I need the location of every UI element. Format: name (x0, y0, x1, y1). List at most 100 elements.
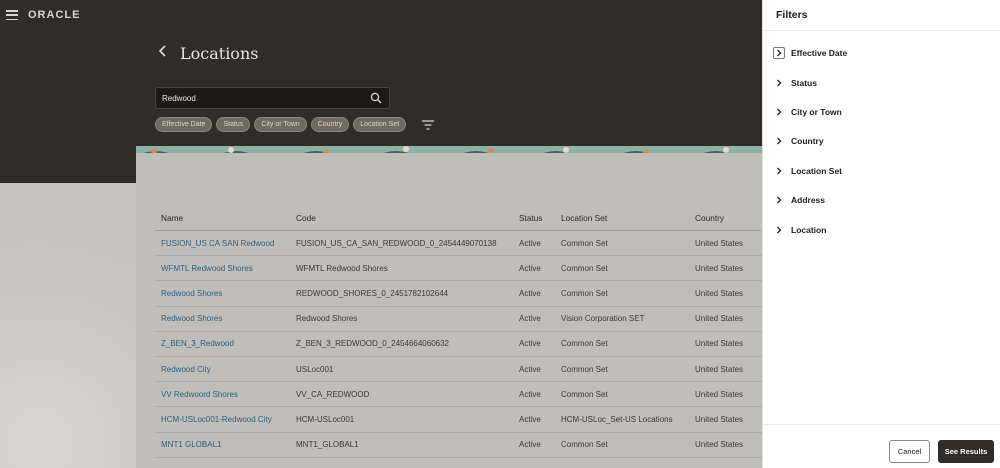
table-row[interactable]: Redwood City USLoc001 Active Common Set … (155, 357, 762, 383)
search-field[interactable] (155, 87, 390, 109)
location-code: WFMTL Redwood Shores (296, 263, 388, 273)
facet-label: Location (791, 225, 827, 235)
chevron-right-icon[interactable] (773, 77, 785, 89)
cancel-button[interactable]: Cancel (889, 440, 930, 463)
location-set: Common Set (561, 339, 608, 349)
location-code: HCM-USLoc001 (296, 414, 355, 424)
location-country: United States (695, 440, 744, 450)
chip-location-set[interactable]: Location Set (353, 117, 407, 132)
location-status: Active (519, 263, 541, 273)
col-header-country[interactable]: Country (695, 205, 724, 230)
chevron-right-icon[interactable] (773, 47, 785, 59)
filter-icon[interactable] (421, 119, 435, 131)
location-country: United States (695, 389, 744, 399)
col-header-code[interactable]: Code (296, 205, 316, 230)
location-code: REDWOOD_SHORES_0_2451782102644 (296, 288, 449, 298)
col-header-location-set[interactable]: Location Set (561, 205, 607, 230)
see-results-button[interactable]: See Results (938, 440, 994, 463)
facet-label: Location Set (791, 166, 843, 176)
location-status: Active (519, 288, 541, 298)
location-name-link[interactable]: Redwood Shores (161, 307, 222, 331)
locations-table: Name Code Status Location Set Country FU… (155, 205, 762, 458)
footer-divider (763, 424, 1000, 425)
facet-country[interactable]: Country (773, 133, 824, 149)
table-row[interactable]: VV Redwoord Shores VV_CA_REDWOOD Active … (155, 382, 762, 408)
location-set: Vision Corporation SET (561, 314, 645, 324)
location-code: Z_BEN_3_REDWOOD_0_2454664060632 (296, 339, 449, 349)
location-set: Common Set (561, 389, 608, 399)
table-row[interactable]: Redwood Shores REDWOOD_SHORES_0_24517821… (155, 281, 762, 307)
table-row[interactable]: WFMTL Redwood Shores WFMTL Redwood Shore… (155, 256, 762, 282)
filters-drawer: Filters Effective Date Status City or To… (762, 0, 1000, 468)
table-row[interactable]: MNT1 GLOBAL1 MNT1_GLOBAL1 Active Common … (155, 433, 762, 458)
location-country: United States (695, 414, 744, 424)
location-name-link[interactable]: VV Redwoord Shores (161, 382, 238, 406)
location-set: Common Set (561, 288, 608, 298)
col-header-status[interactable]: Status (519, 205, 543, 230)
chip-effective-date[interactable]: Effective Date (155, 117, 213, 132)
location-country: United States (695, 314, 744, 324)
back-button[interactable] (158, 44, 172, 62)
location-status: Active (519, 339, 541, 349)
drawer-title: Filters (776, 9, 808, 21)
chevron-right-icon[interactable] (773, 106, 785, 118)
location-status: Active (519, 238, 541, 248)
location-code: MNT1_GLOBAL1 (296, 440, 359, 450)
table-row[interactable]: HCM-USLoc001-Redwood City HCM-USLoc001 A… (155, 407, 762, 433)
location-set: Common Set (561, 238, 608, 248)
search-icon[interactable] (370, 92, 382, 104)
col-header-name[interactable]: Name (161, 205, 183, 230)
table-row[interactable]: Z_BEN_3_Redwood Z_BEN_3_REDWOOD_0_245466… (155, 332, 762, 357)
location-country: United States (695, 263, 744, 273)
location-status: Active (519, 364, 541, 374)
location-set: HCM-USLoc_Set-US Locations (561, 414, 673, 424)
location-status: Active (519, 389, 541, 399)
facet-effective-date[interactable]: Effective Date (773, 45, 847, 61)
location-set: Common Set (561, 263, 608, 273)
chip-city-or-town[interactable]: City or Town (254, 117, 307, 132)
facet-city-or-town[interactable]: City or Town (773, 104, 842, 120)
table-row[interactable]: FUSION_US CA SAN Redwood FUSION_US_CA_SA… (155, 231, 762, 257)
chevron-right-icon[interactable] (773, 224, 785, 236)
drawer-divider (763, 30, 1000, 31)
facet-label: Address (791, 195, 826, 205)
location-name-link[interactable]: Redwood Shores (161, 281, 222, 305)
location-name-link[interactable]: Z_BEN_3_Redwood (161, 332, 234, 356)
facet-address[interactable]: Address (773, 192, 825, 208)
location-code: Redwood Shores (296, 314, 358, 324)
chevron-right-icon[interactable] (773, 165, 785, 177)
chevron-right-icon[interactable] (773, 135, 785, 147)
chip-country[interactable]: Country (310, 117, 350, 132)
location-status: Active (519, 414, 541, 424)
table-row[interactable]: Redwood Shores Redwood Shores Active Vis… (155, 307, 762, 332)
menu-icon[interactable] (6, 10, 18, 21)
location-country: United States (695, 238, 744, 248)
location-code: USLoc001 (296, 364, 334, 374)
location-name-link[interactable]: HCM-USLoc001-Redwood City (161, 407, 272, 431)
facet-status[interactable]: Status (773, 75, 817, 91)
location-status: Active (519, 314, 541, 324)
search-input[interactable] (162, 91, 362, 106)
oracle-logo: ORACLE (28, 9, 81, 21)
filter-chips: Effective Date Status City or Town Count… (155, 117, 407, 132)
location-country: United States (695, 288, 744, 298)
facet-location-set[interactable]: Location Set (773, 163, 842, 179)
facet-label: City or Town (791, 107, 842, 117)
chevron-left-icon (158, 45, 166, 57)
page-title: Locations (180, 44, 259, 63)
facet-location[interactable]: Location (773, 222, 826, 238)
location-code: FUSION_US_CA_SAN_REDWOOD_0_2454449070138 (296, 238, 497, 248)
table-header-row: Name Code Status Location Set Country (155, 205, 762, 231)
location-status: Active (519, 440, 541, 450)
location-name-link[interactable]: Redwood City (161, 357, 211, 381)
location-name-link[interactable]: FUSION_US CA SAN Redwood (161, 231, 274, 255)
location-name-link[interactable]: WFMTL Redwood Shores (161, 256, 253, 280)
chip-status[interactable]: Status (216, 117, 251, 132)
facet-label: Effective Date (791, 48, 848, 58)
location-country: United States (695, 364, 744, 374)
location-name-link[interactable]: MNT1 GLOBAL1 (161, 433, 221, 457)
chevron-right-icon[interactable] (773, 194, 785, 206)
location-set: Common Set (561, 364, 608, 374)
location-code: VV_CA_REDWOOD (296, 389, 370, 399)
location-country: United States (695, 339, 744, 349)
